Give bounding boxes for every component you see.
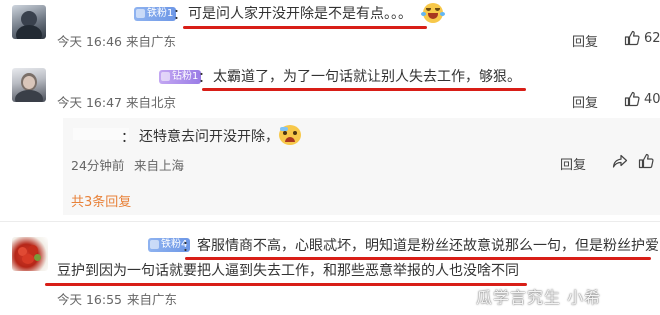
colon: ： [121,130,135,146]
avatar[interactable] [12,237,48,271]
fan-badge-label: 铁粉1 [147,8,174,19]
divider [0,221,660,222]
like-count: 62 [644,31,660,46]
highlight-underline [45,283,527,286]
thumbs-up-icon[interactable] [624,91,640,107]
highlight-underline [202,88,526,91]
comment-location: 来自北京 [126,95,177,110]
fan-badge-label: 钻粉1 [172,71,199,82]
highlight-underline [183,26,427,29]
comment-location: 来自广东 [126,34,177,49]
fan-badge: 钻粉1 [159,70,202,84]
comment-text-line2: 豆护到因为一句话就要把人逼到失去工作，和那些恶意举报的人也没啥不同 [57,263,519,279]
comment-time: 今天 16:47 [57,95,122,110]
thumbs-up-icon[interactable] [638,153,654,169]
colon: ： [173,7,187,23]
sub-reply-panel: ： 还特意去问开没开除， 24分钟前 来自上海 回复 共3条回复 [63,118,660,215]
watermark-text: 瓜学言究生 小希 [476,288,602,307]
comment-time: 今天 16:55 [57,292,122,307]
share-icon[interactable] [612,153,628,169]
badge-fan-icon [150,240,159,249]
colon: ： [182,239,196,255]
badge-fan-icon [161,72,170,81]
anxious-sweat-emoji [279,125,301,145]
highlight-underline [185,257,651,260]
fan-badge: 铁粉1 [134,7,177,21]
badge-fan-icon [136,9,145,18]
like-count: 40 [644,92,660,107]
reply-button[interactable]: 回复 [572,92,598,111]
laughing-crying-emoji [421,3,445,23]
reply-button[interactable]: 回复 [572,31,598,50]
more-replies-link[interactable]: 共3条回复 [71,191,131,210]
sub-reply-text: 还特意去问开没开除， [139,129,279,145]
sub-reply-location: 来自上海 [134,158,185,173]
comment-text: 太霸道了，为了一句话就让别人失去工作，够狠。 [213,69,521,85]
reply-button[interactable]: 回复 [560,154,586,173]
thumbs-up-icon[interactable] [624,30,640,46]
avatar[interactable] [12,5,46,39]
comment-text-line1: 客服情商不高，心眼忒坏，明知道是粉丝还故意说那么一句，但是粉丝护爱 [197,238,659,254]
comment-text: 可是问人家开没开除是不是有点。。。 [188,6,412,22]
avatar[interactable] [12,68,46,102]
colon: ： [198,70,212,86]
comment-time: 今天 16:46 [57,34,122,49]
comment-location: 来自广东 [127,292,178,307]
sub-reply-time: 24分钟前 [71,158,125,173]
